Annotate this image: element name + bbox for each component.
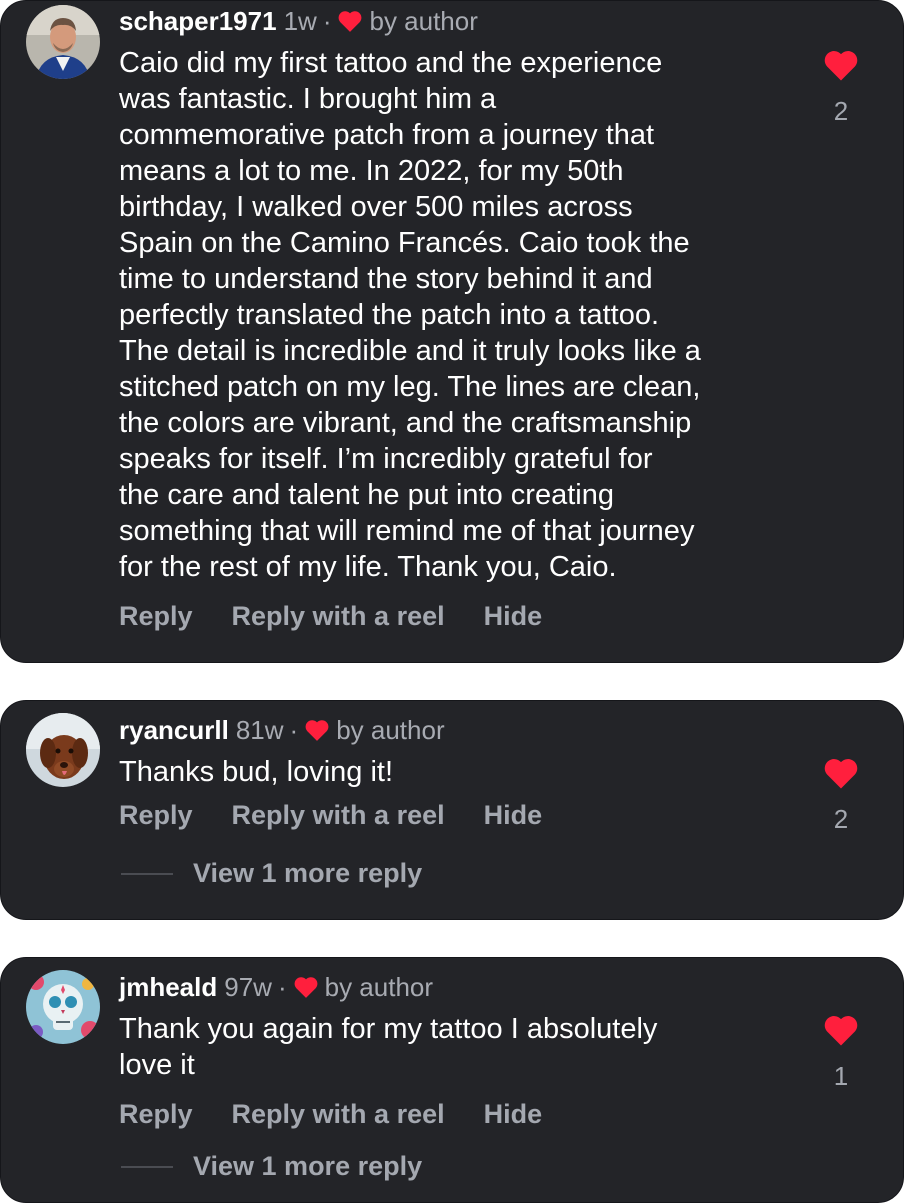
like-control: 2 xyxy=(821,756,861,835)
timestamp: 97w xyxy=(224,971,272,1002)
like-count: 1 xyxy=(833,1061,849,1091)
reply-with-reel-button[interactable]: Reply with a reel xyxy=(232,800,445,831)
separator-dot: · xyxy=(277,971,287,1002)
hide-button[interactable]: Hide xyxy=(484,800,543,831)
like-count: 2 xyxy=(833,96,849,126)
comment-content: schaper1971 1w · by author Caio did my f… xyxy=(119,3,789,632)
comment-card: ryancurll 81w · by author Thanks bud, lo… xyxy=(0,700,904,920)
comment-text: Caio did my first tattoo and the experie… xyxy=(119,47,701,583)
comment-actions: Reply Reply with a reel Hide xyxy=(119,601,789,632)
dog-icon xyxy=(26,713,100,787)
hide-button[interactable]: Hide xyxy=(484,601,543,632)
separator-dot: · xyxy=(322,5,332,36)
liked-by-author-label: by author xyxy=(369,5,478,36)
liked-by-author-label: by author xyxy=(324,971,434,1002)
view-more-replies-label: View 1 more reply xyxy=(193,1151,423,1181)
heart-icon xyxy=(293,975,319,999)
reply-with-reel-button[interactable]: Reply with a reel xyxy=(232,1099,445,1130)
avatar[interactable] xyxy=(26,713,100,787)
hide-button[interactable]: Hide xyxy=(484,1099,543,1130)
comment-text: Thank you again for my tattoo I absolute… xyxy=(119,1013,658,1081)
username[interactable]: jmheald xyxy=(119,972,217,1003)
comment-content: ryancurll 81w · by author Thanks bud, lo… xyxy=(119,712,789,831)
separator-dot: · xyxy=(289,714,299,745)
reply-button[interactable]: Reply xyxy=(119,800,193,831)
thread-line xyxy=(121,1165,173,1168)
timestamp: 81w xyxy=(235,714,284,745)
liked-by-author-label: by author xyxy=(336,714,445,745)
view-more-replies-link[interactable]: View 1 more reply xyxy=(121,858,422,889)
clipped-view-more-reply xyxy=(191,658,421,662)
heart-icon xyxy=(337,9,363,33)
view-more-replies-label: View 1 more reply xyxy=(193,858,423,888)
comment-card: jmheald 97w · by author Thank you again … xyxy=(0,957,904,1203)
like-control: 2 xyxy=(821,48,861,127)
reply-button[interactable]: Reply xyxy=(119,601,193,632)
sugar-skull-icon xyxy=(26,970,100,1044)
view-more-replies-link[interactable]: View 1 more reply xyxy=(121,1151,422,1182)
heart-icon xyxy=(304,718,330,742)
avatar[interactable] xyxy=(26,970,100,1044)
comment-meta: jmheald 97w · by author xyxy=(119,969,789,1005)
reply-button[interactable]: Reply xyxy=(119,1099,193,1130)
like-heart-icon[interactable] xyxy=(822,756,860,790)
username[interactable]: schaper1971 xyxy=(119,6,277,37)
man-portrait-icon xyxy=(26,5,100,79)
comment-meta: ryancurll 81w · by author xyxy=(119,712,789,748)
comment-text: Thanks bud, loving it! xyxy=(119,756,394,788)
thread-line xyxy=(121,872,173,875)
comment-actions: Reply Reply with a reel Hide xyxy=(119,1099,789,1130)
avatar[interactable] xyxy=(26,5,100,79)
like-heart-icon[interactable] xyxy=(822,1013,860,1047)
like-heart-icon[interactable] xyxy=(822,48,860,82)
like-count: 2 xyxy=(833,804,849,834)
username[interactable]: ryancurll xyxy=(119,715,229,746)
comment-content: jmheald 97w · by author Thank you again … xyxy=(119,969,789,1130)
timestamp: 1w xyxy=(283,5,317,36)
comment-card: schaper1971 1w · by author Caio did my f… xyxy=(0,0,904,663)
comment-actions: Reply Reply with a reel Hide xyxy=(119,800,789,831)
like-control: 1 xyxy=(821,1013,861,1092)
reply-with-reel-button[interactable]: Reply with a reel xyxy=(232,601,445,632)
comment-meta: schaper1971 1w · by author xyxy=(119,3,789,39)
